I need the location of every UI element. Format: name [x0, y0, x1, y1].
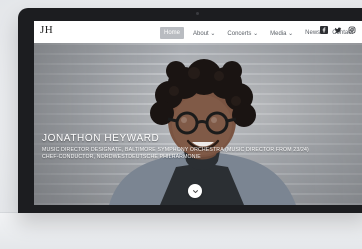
site-logo[interactable]: JH [40, 24, 53, 36]
nav-about[interactable]: About ⌄ [190, 28, 218, 39]
chevron-down-icon: ⌄ [253, 30, 259, 37]
device-scene: JH Home About ⌄ Concerts ⌄ Media ⌄ News … [0, 0, 362, 249]
nav-concerts[interactable]: Concerts ⌄ [224, 28, 261, 39]
twitter-icon[interactable] [334, 26, 342, 34]
nav-concerts-label: Concerts [227, 30, 252, 37]
hero-subtitle-line-2: CHEF-CONDUCTOR, NORDWESTDEUTSCHE PHILHAR… [42, 154, 201, 160]
top-navbar: JH Home About ⌄ Concerts ⌄ Media ⌄ News … [34, 21, 362, 44]
scroll-down-button[interactable] [188, 184, 202, 198]
nav-media[interactable]: Media ⌄ [267, 28, 296, 39]
hero-name: JONATHON HEYWARD [42, 133, 160, 144]
conductor-portrait-image [109, 59, 296, 205]
nav-about-label: About [193, 30, 209, 37]
facebook-icon[interactable] [320, 26, 328, 34]
chevron-down-icon: ⌄ [210, 30, 216, 37]
nav-media-label: Media [270, 30, 287, 37]
instagram-icon[interactable] [348, 26, 356, 34]
hero-subtitle-line-1: MUSIC DIRECTOR DESIGNATE, BALTIMORE SYMP… [42, 147, 309, 153]
chevron-down-icon [192, 189, 198, 193]
laptop-base [0, 212, 362, 249]
webcam-dot [196, 12, 199, 15]
hero-text: JONATHON HEYWARD MUSIC DIRECTOR DESIGNAT… [42, 133, 352, 161]
hero-section: JONATHON HEYWARD MUSIC DIRECTOR DESIGNAT… [34, 43, 362, 205]
nav-home[interactable]: Home [160, 27, 185, 39]
chevron-down-icon: ⌄ [288, 30, 294, 37]
website-screen: JH Home About ⌄ Concerts ⌄ Media ⌄ News … [34, 21, 362, 205]
social-links [320, 26, 356, 34]
